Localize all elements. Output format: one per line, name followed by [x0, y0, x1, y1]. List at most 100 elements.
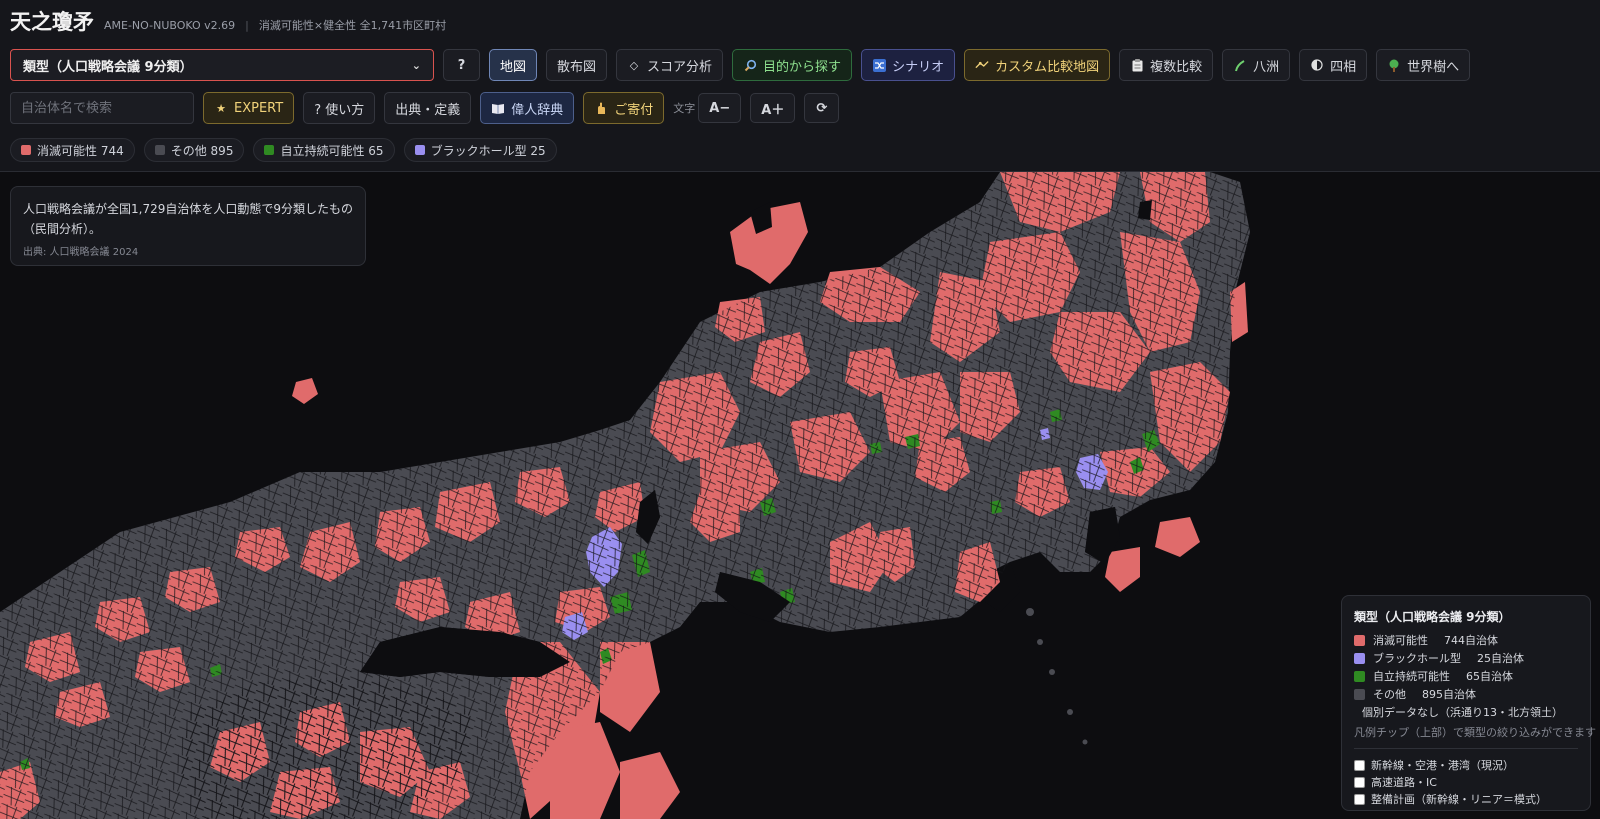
filter-chip[interactable]: 自立持続可能性 65 [253, 138, 395, 162]
multi-compare-label: 複数比較 [1150, 59, 1203, 75]
app-version: AME-NO-NUBOKO v2.69 [104, 19, 236, 32]
legend-swatch [1354, 652, 1365, 664]
legend-items: 消滅可能性 744自治体ブラックホール型 25自治体自立持続可能性 65自治体その他 8… [1354, 631, 1578, 721]
chip-label: 消滅可能性 744 [37, 143, 124, 158]
description-source: 出典: 人口戦略会議 2024 [23, 247, 139, 258]
font-increase-button[interactable]: A＋ [750, 93, 796, 123]
overlay-checkbox-row[interactable]: 整備計画（新幹線・リニア＝模式） [1354, 791, 1578, 807]
legend-item-count: 895自治体 [1422, 688, 1476, 701]
legend-item-label: 消滅可能性 [1373, 634, 1428, 647]
legend-item-count: 25自治体 [1477, 652, 1524, 665]
main-toolbar: 類型（人口戦略会議 9分類） ⌄ ? 地図 散布図 ◇ スコア分析 目的から探す… [10, 49, 1471, 81]
great-people-dictionary-label: 偉人辞典 [511, 102, 564, 118]
scatter-view-button[interactable]: 散布図 [546, 49, 608, 81]
world-tree-button[interactable]: 世界樹へ [1376, 49, 1471, 81]
filter-chip[interactable]: ブラックホール型 25 [403, 138, 557, 162]
overlay-checkbox[interactable] [1354, 793, 1365, 805]
shuffle-icon [872, 58, 886, 72]
legend-item-count: 65自治体 [1466, 670, 1513, 683]
title-separator: | [245, 19, 249, 32]
app-title: 天之瓊矛 [10, 9, 94, 34]
legend-swatch [1354, 634, 1365, 646]
howto-label: ? 使い方 [314, 102, 365, 118]
hand-icon [594, 101, 608, 115]
overlay-checkbox[interactable] [1354, 759, 1365, 771]
legend-item-label: その他 [1373, 688, 1406, 701]
legend-item: ブラックホール型 25自治体 [1354, 649, 1578, 667]
map-view-button[interactable]: 地図 [489, 49, 538, 81]
overlay-checkbox[interactable] [1354, 776, 1365, 788]
shiso-button[interactable]: 四相 [1299, 49, 1368, 81]
chevron-down-icon: ⌄ [411, 58, 421, 72]
chip-color-swatch [21, 145, 31, 155]
indicator-select[interactable]: 類型（人口戦略会議 9分類） ⌄ [10, 49, 434, 81]
izu-islands [1026, 608, 1088, 745]
shiso-label: 四相 [1330, 59, 1357, 75]
overlay-checkbox-label: 新幹線・空港・港湾（現況） [1371, 759, 1514, 772]
chip-color-swatch [264, 145, 275, 155]
legend-item: 個別データなし（浜通り13・北方領土） [1354, 703, 1578, 721]
legend-item-label: 自立持続可能性 [1373, 670, 1450, 683]
great-people-dictionary-button[interactable]: 偉人辞典 [480, 92, 575, 124]
yashima-button[interactable]: 八洲 [1222, 49, 1291, 81]
reload-icon[interactable]: ⟳ [804, 93, 840, 123]
municipality-search-input[interactable] [10, 92, 194, 124]
expert-mode-button[interactable]: ★ EXPERT [203, 92, 295, 124]
description-panel: 人口戦略会議が全国1,729自治体を人口動態で9分類したもの（民間分析）。 出典… [10, 186, 366, 266]
legend-item-count: 744自治体 [1444, 634, 1498, 647]
donate-button[interactable]: ご寄付 [583, 92, 665, 124]
overlay-checkbox-row[interactable]: 新幹線・空港・港湾（現況） [1354, 757, 1578, 773]
magnifier-icon [743, 58, 757, 72]
legend-item: その他 895自治体 [1354, 685, 1578, 703]
purpose-search-button[interactable]: 目的から探す [732, 49, 853, 81]
multi-compare-button[interactable]: 複数比較 [1119, 49, 1214, 81]
legend-item: 自立持続可能性 65自治体 [1354, 667, 1578, 685]
custom-compare-map-label: カスタム比較地図 [995, 59, 1100, 75]
secondary-toolbar: ★ EXPERT ? 使い方 出典・定義 偉人辞典 ご寄付 文字 A− A＋ ⟳ [10, 92, 840, 124]
score-analysis-label: スコア分析 [647, 59, 713, 75]
legend-overlay-checks: 新幹線・空港・港湾（現況） 高速道路・IC 整備計画（新幹線・リニア＝模式） [1354, 757, 1578, 807]
donate-label: ご寄付 [614, 102, 654, 118]
source-definition-button[interactable]: 出典・定義 [384, 92, 472, 124]
indicator-select-value: 類型（人口戦略会議 9分類） [23, 59, 193, 75]
scatter-view-label: 散布図 [557, 59, 597, 75]
overlay-checkbox-label: 高速道路・IC [1371, 776, 1437, 789]
land-oki [292, 378, 318, 404]
chip-color-swatch [414, 145, 425, 155]
header-bar: 天之瓊矛 AME-NO-NUBOKO v2.69 | 消滅可能性×健全性 全1,… [0, 0, 1600, 172]
font-size-label: 文字 [673, 102, 696, 115]
overlay-checkbox-label: 整備計画（新幹線・リニア＝模式） [1371, 793, 1547, 806]
half-circle-icon [1310, 58, 1324, 72]
world-tree-label: 世界樹へ [1407, 59, 1460, 75]
filter-chip[interactable]: その他 895 [143, 138, 245, 162]
overlay-checkbox-row[interactable]: 高速道路・IC [1354, 774, 1578, 790]
legend-item-label: ブラックホール型 [1373, 652, 1461, 665]
filter-chip[interactable]: 消滅可能性 744 [10, 138, 135, 162]
expert-mode-label: EXPERT [234, 100, 284, 116]
legend-item: 消滅可能性 744自治体 [1354, 631, 1578, 649]
chip-color-swatch [154, 145, 165, 155]
help-button[interactable]: ? [443, 49, 480, 81]
chip-label: 自立持続可能性 65 [280, 143, 384, 158]
clipboard-icon [1130, 58, 1144, 72]
app-subtitle: 消滅可能性×健全性 全1,741市区町村 [258, 19, 447, 32]
purpose-search-label: 目的から探す [763, 59, 842, 75]
legend-note: 凡例チップ（上部）で類型の絞り込みができます [1354, 724, 1596, 749]
score-analysis-button[interactable]: ◇ スコア分析 [616, 49, 724, 81]
chip-label: その他 895 [170, 143, 234, 158]
legend-item-label: 個別データなし（浜通り13・北方領土） [1362, 706, 1563, 719]
custom-compare-map-button[interactable]: カスタム比較地図 [964, 49, 1111, 81]
description-text: 人口戦略会議が全国1,729自治体を人口動態で9分類したもの（民間分析）。 [23, 202, 353, 236]
yashima-label: 八洲 [1253, 59, 1280, 75]
star-icon: ★ [216, 101, 226, 115]
legend-swatch [1354, 670, 1365, 682]
map-pin-icon [975, 58, 989, 72]
howto-button[interactable]: ? 使い方 [303, 92, 376, 124]
font-decrease-button[interactable]: A− [698, 93, 742, 123]
chip-label: ブラックホール型 25 [430, 143, 546, 158]
map-view-label: 地図 [500, 59, 527, 75]
title-row: 天之瓊矛 AME-NO-NUBOKO v2.69 | 消滅可能性×健全性 全1,… [10, 6, 446, 36]
legend-swatch [1354, 688, 1365, 700]
branch-icon [1233, 58, 1247, 72]
scenario-button[interactable]: シナリオ [861, 49, 956, 81]
